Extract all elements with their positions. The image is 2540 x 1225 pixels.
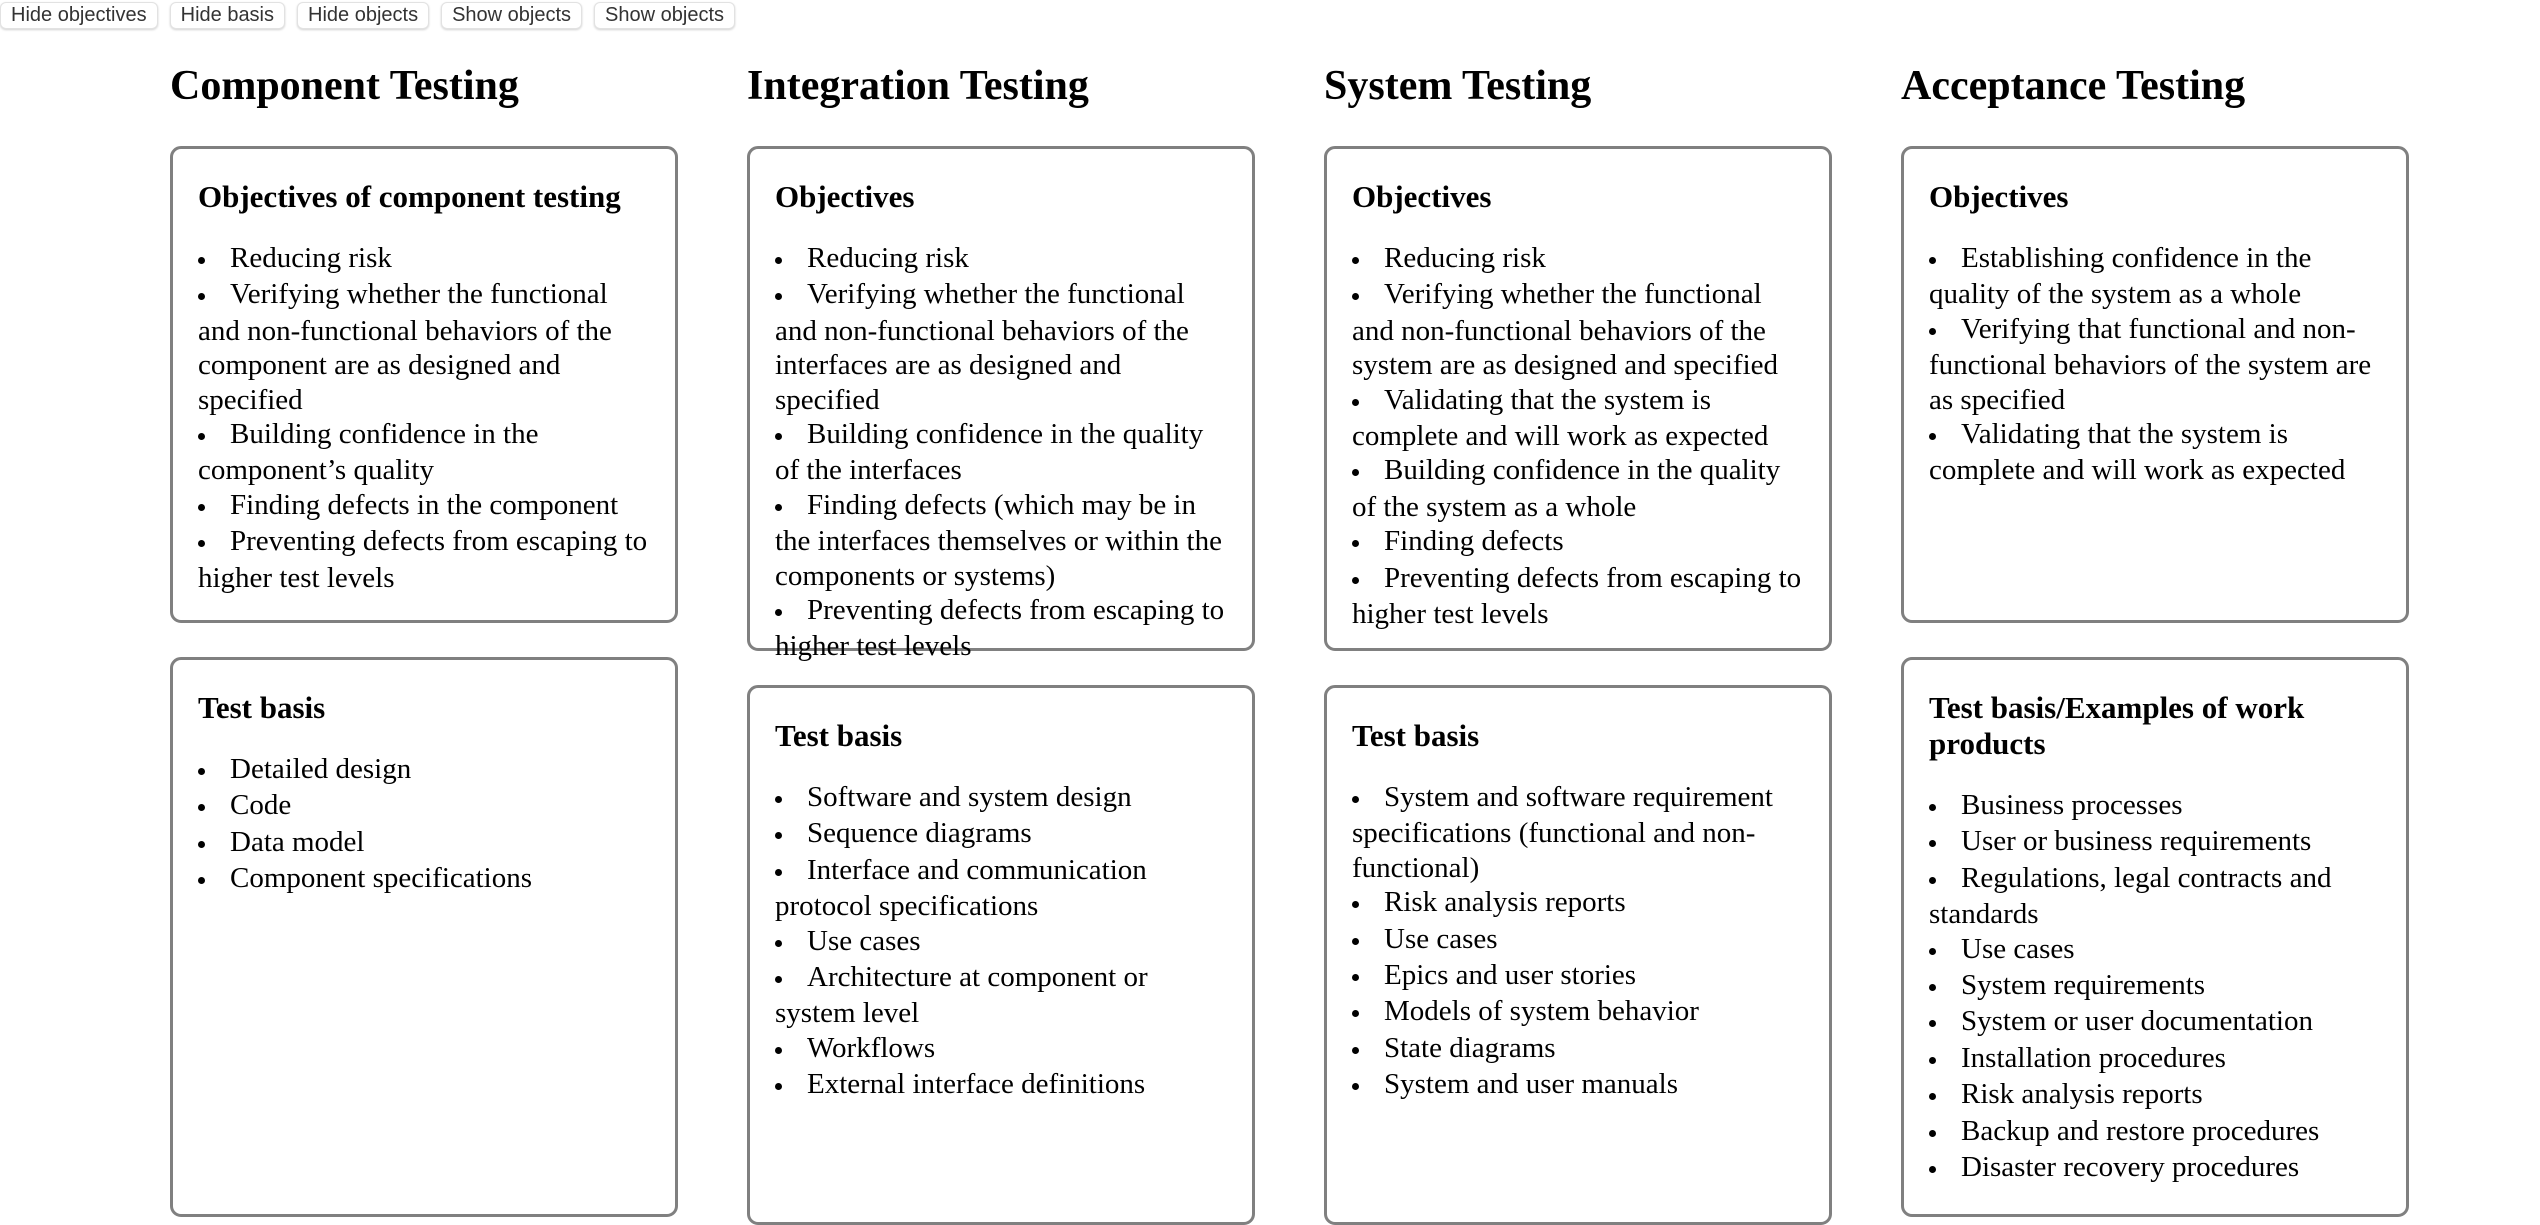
column-title: System Testing <box>1324 63 1592 109</box>
list-item: Finding defects (which may be in the int… <box>775 488 1227 593</box>
list-item: Preventing defects from escaping to high… <box>1352 561 1804 632</box>
list-item: Establishing confidence in the quality o… <box>1929 241 2381 312</box>
hide-objects-button[interactable]: Hide objects <box>297 2 430 29</box>
list-item: Verifying whether the functional and non… <box>1352 277 1804 382</box>
list-item: System requirements <box>1929 968 2381 1004</box>
list-item: Building confidence in the quality of th… <box>775 417 1227 488</box>
list-item: Building confidence in the component’s q… <box>198 417 650 488</box>
objectives-list: Reducing riskVerifying whether the funct… <box>1352 241 1804 631</box>
list-item: Epics and user stories <box>1352 958 1804 994</box>
toolbar: Hide objectives Hide basis Hide objects … <box>0 2 736 29</box>
test-basis-card: Test basis System and software requiremen… <box>1324 685 1832 1225</box>
card-heading: Test basis <box>1352 718 1480 753</box>
test-basis-card: Test basis Detailed designCodeData modelC… <box>170 657 678 1217</box>
card-heading: Objectives <box>1352 179 1492 214</box>
list-item: Validating that the system is complete a… <box>1929 417 2381 488</box>
list-item: Workflows <box>775 1031 1227 1067</box>
list-item: Regulations, legal contracts and standar… <box>1929 861 2381 932</box>
list-item: Building confidence in the quality of th… <box>1352 453 1804 524</box>
list-item: System or user documentation <box>1929 1004 2381 1040</box>
list-item: Detailed design <box>198 752 650 788</box>
basis-list: Business processesUser or business requi… <box>1929 788 2381 1186</box>
hide-objectives-button[interactable]: Hide objectives <box>0 2 158 29</box>
objectives-card: Objectives Reducing riskVerifying whether… <box>747 146 1255 662</box>
objectives-card: Objectives Reducing riskVerifying whether… <box>1324 146 1832 651</box>
list-item: Reducing risk <box>1352 241 1804 277</box>
list-item: Finding defects <box>1352 524 1804 560</box>
list-item: System and software requirement specific… <box>1352 780 1804 885</box>
list-item: Code <box>198 788 650 824</box>
list-item: Risk analysis reports <box>1352 885 1804 921</box>
show-objects-button-2[interactable]: Show objects <box>594 2 736 29</box>
list-item: Component specifications <box>198 861 650 897</box>
card-heading: Test basis <box>198 690 326 725</box>
basis-list: Detailed designCodeData modelComponent s… <box>198 752 650 898</box>
list-item: Backup and restore procedures <box>1929 1114 2381 1150</box>
card-heading: Test basis <box>775 718 903 753</box>
objectives-list: Establishing confidence in the quality o… <box>1929 241 2381 488</box>
list-item: Models of system behavior <box>1352 994 1804 1030</box>
column-title: Component Testing <box>170 63 519 109</box>
list-item: Verifying whether the functional and non… <box>775 277 1227 417</box>
objectives-list: Reducing riskVerifying whether the funct… <box>198 241 650 595</box>
list-item: External interface definitions <box>775 1067 1227 1103</box>
list-item: Preventing defects from escaping to high… <box>198 524 650 595</box>
list-item: Risk analysis reports <box>1929 1077 2381 1113</box>
list-item: Reducing risk <box>775 241 1227 277</box>
show-objects-button[interactable]: Show objects <box>441 2 583 29</box>
list-item: Finding defects in the component <box>198 488 650 524</box>
list-item: Reducing risk <box>198 241 650 277</box>
column-title: Acceptance Testing <box>1901 63 2246 109</box>
list-item: Installation procedures <box>1929 1041 2381 1077</box>
list-item: Sequence diagrams <box>775 816 1227 852</box>
card-heading: Test basis/Examples of work products <box>1929 690 2305 761</box>
list-item: System and user manuals <box>1352 1067 1804 1103</box>
list-item: Preventing defects from escaping to high… <box>775 593 1227 664</box>
list-item: Software and system design <box>775 780 1227 816</box>
list-item: Disaster recovery procedures <box>1929 1150 2381 1186</box>
list-item: Verifying that functional and non-functi… <box>1929 312 2381 417</box>
list-item: User or business requirements <box>1929 824 2381 860</box>
test-basis-card: Test basis/Examples of work products Busi… <box>1901 657 2409 1217</box>
objectives-card: Objectives Establishing confidence in the… <box>1901 146 2409 623</box>
hide-basis-button[interactable]: Hide basis <box>169 2 286 29</box>
list-item: State diagrams <box>1352 1031 1804 1067</box>
basis-list: Software and system designSequence diagr… <box>775 780 1227 1104</box>
column-title: Integration Testing <box>747 63 1089 109</box>
list-item: Use cases <box>1929 932 2381 968</box>
list-item: Validating that the system is complete a… <box>1352 383 1804 454</box>
list-item: Use cases <box>1352 922 1804 958</box>
card-heading: Objectives <box>775 179 915 214</box>
basis-list: System and software requirement specific… <box>1352 780 1804 1104</box>
card-heading: Objectives <box>1929 179 2069 214</box>
list-item: Interface and communication protocol spe… <box>775 853 1227 924</box>
list-item: Business processes <box>1929 788 2381 824</box>
list-item: Data model <box>198 825 650 861</box>
test-basis-card: Test basis Software and system designSequ… <box>747 685 1255 1225</box>
objectives-list: Reducing riskVerifying whether the funct… <box>775 241 1227 664</box>
list-item: Architecture at component or system leve… <box>775 960 1227 1031</box>
list-item: Verifying whether the functional and non… <box>198 277 650 417</box>
objectives-card: Objectives of component testing Reducing … <box>170 146 678 623</box>
list-item: Use cases <box>775 924 1227 960</box>
card-heading: Objectives of component testing <box>198 179 621 214</box>
